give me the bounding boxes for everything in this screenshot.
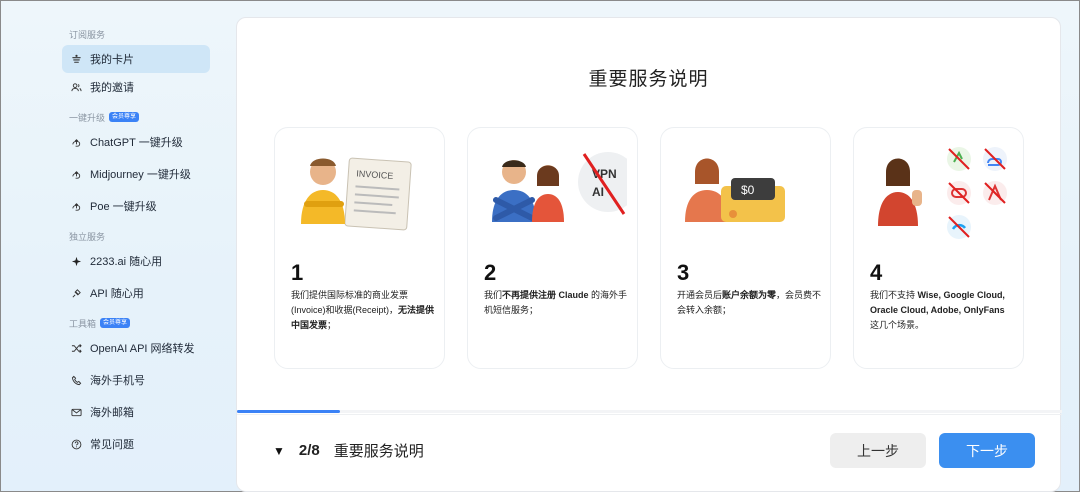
sidebar-item-label: Midjourney 一键升级: [90, 169, 191, 181]
card-stack-icon: [70, 53, 82, 65]
sidebar-item-label: 2233.ai 随心用: [90, 256, 163, 268]
upgrade-icon: [70, 200, 82, 212]
sidebar-item-label: ChatGPT 一键升级: [90, 137, 183, 149]
sparkle-icon: [70, 255, 82, 267]
help-icon: [70, 438, 82, 450]
member-badge: 会员尊享: [109, 112, 140, 122]
shuffle-icon: [70, 342, 82, 354]
step-number: 4: [870, 260, 883, 285]
sidebar-item-2233ai[interactable]: 2233.ai 随心用: [62, 247, 210, 275]
sidebar-item-label: 常见问题: [90, 439, 134, 451]
card-description: 我们不再提供注册 Claude 的海外手机短信服务；: [484, 290, 628, 315]
upgrade-icon: [70, 168, 82, 180]
sidebar: 订阅服务 我的卡片 我的邀请 一键升级 会员尊享 ChatGPT 一键升级 Mid…: [1, 1, 223, 491]
step-progress-fill: [237, 410, 341, 413]
sidebar-item-label: 我的邀请: [90, 82, 134, 94]
next-step-button[interactable]: 下一步: [939, 433, 1035, 468]
sidebar-item-faq[interactable]: 常见问题: [62, 430, 210, 458]
sidebar-item-label: API 随心用: [90, 288, 144, 300]
sidebar-item-midjourney-upgrade[interactable]: Midjourney 一键升级: [62, 160, 210, 188]
sidebar-item-label: OpenAI API 网络转发: [90, 343, 195, 355]
google-cloud-blocked-icon: [983, 147, 1007, 171]
group-title-toolbox: 工具箱 会员尊享: [69, 316, 223, 330]
sidebar-item-chatgpt-upgrade[interactable]: ChatGPT 一键升级: [62, 128, 210, 156]
previous-step-button[interactable]: 上一步: [830, 433, 926, 468]
notice-cards: INVOICE 1 我们提供国际标准的商业发票(Invoice)和收据(Rece…: [274, 127, 1024, 369]
plug-icon: [70, 287, 82, 299]
sidebar-item-api[interactable]: API 随心用: [62, 279, 210, 307]
step-progress-bar: [237, 410, 1062, 413]
ai-text: AI: [592, 185, 604, 199]
sidebar-item-my-cards[interactable]: 我的卡片: [62, 45, 210, 73]
no-vpn-illustration: VPN AI: [492, 152, 627, 222]
notice-card: 4 我们不支持 Wise, Google Cloud, Oracle Cloud…: [853, 127, 1024, 369]
notice-card: INVOICE 1 我们提供国际标准的商业发票(Invoice)和收据(Rece…: [274, 127, 445, 369]
sidebar-item-openai-proxy[interactable]: OpenAI API 网络转发: [62, 334, 210, 362]
group-title-subscription: 订阅服务: [69, 29, 106, 40]
invoice-illustration: INVOICE: [301, 157, 412, 231]
page-title: 重要服务说明: [588, 69, 709, 90]
step-number: 1: [291, 260, 304, 285]
sidebar-item-label: 海外邮箱: [90, 407, 134, 419]
group-title-upgrade: 一键升级 会员尊享: [69, 110, 223, 124]
notice-card: VPN AI 2 我们不再提供注册 Claude 的海外手机短信服务；: [467, 127, 638, 369]
sidebar-item-label: 海外手机号: [90, 375, 145, 387]
group-title-standalone: 独立服务: [69, 231, 106, 242]
main-panel: 重要服务说明 INVOICE 1 我们提供国际标准的商业发票(Invoice)和…: [236, 17, 1062, 492]
zero-balance-text: $0: [741, 183, 755, 197]
member-badge: 会员尊享: [100, 318, 131, 328]
step-number: 2: [484, 260, 497, 285]
footer-divider: [237, 414, 1062, 415]
wise-blocked-icon: [947, 147, 971, 171]
card-description: 开通会员后账户余额为零，会员费不会转入余额；: [677, 290, 822, 315]
card-description: 我们提供国际标准的商业发票(Invoice)和收据(Receipt)，无法提供中…: [291, 290, 435, 330]
sidebar-item-my-invites[interactable]: 我的邀请: [62, 73, 210, 101]
unsupported-services-illustration: [878, 147, 1007, 239]
step-indicator: ▼ 2/8 重要服务说明: [273, 440, 424, 461]
sidebar-item-mail[interactable]: 海外邮箱: [62, 398, 210, 426]
sidebar-item-phone[interactable]: 海外手机号: [62, 366, 210, 394]
users-icon: [70, 81, 82, 93]
phone-icon: [70, 374, 82, 386]
triangle-down-icon[interactable]: ▼: [273, 444, 285, 458]
sidebar-item-poe-upgrade[interactable]: Poe 一键升级: [62, 192, 210, 220]
step-number: 3: [677, 260, 690, 285]
card-description: 我们不支持 Wise, Google Cloud, Oracle Cloud, …: [870, 290, 1005, 330]
adobe-blocked-icon: [983, 181, 1007, 205]
step-title: 重要服务说明: [333, 443, 424, 460]
mail-icon: [70, 406, 82, 418]
oracle-blocked-icon: [947, 181, 971, 205]
sidebar-item-label: 我的卡片: [90, 54, 134, 66]
balance-illustration: $0: [685, 158, 785, 222]
upgrade-icon: [70, 136, 82, 148]
step-count: 2/8: [298, 442, 320, 459]
notice-card: $0 3 开通会员后账户余额为零，会员费不会转入余额；: [660, 127, 831, 369]
sidebar-item-label: Poe 一键升级: [90, 201, 157, 213]
onlyfans-blocked-icon: [947, 215, 971, 239]
